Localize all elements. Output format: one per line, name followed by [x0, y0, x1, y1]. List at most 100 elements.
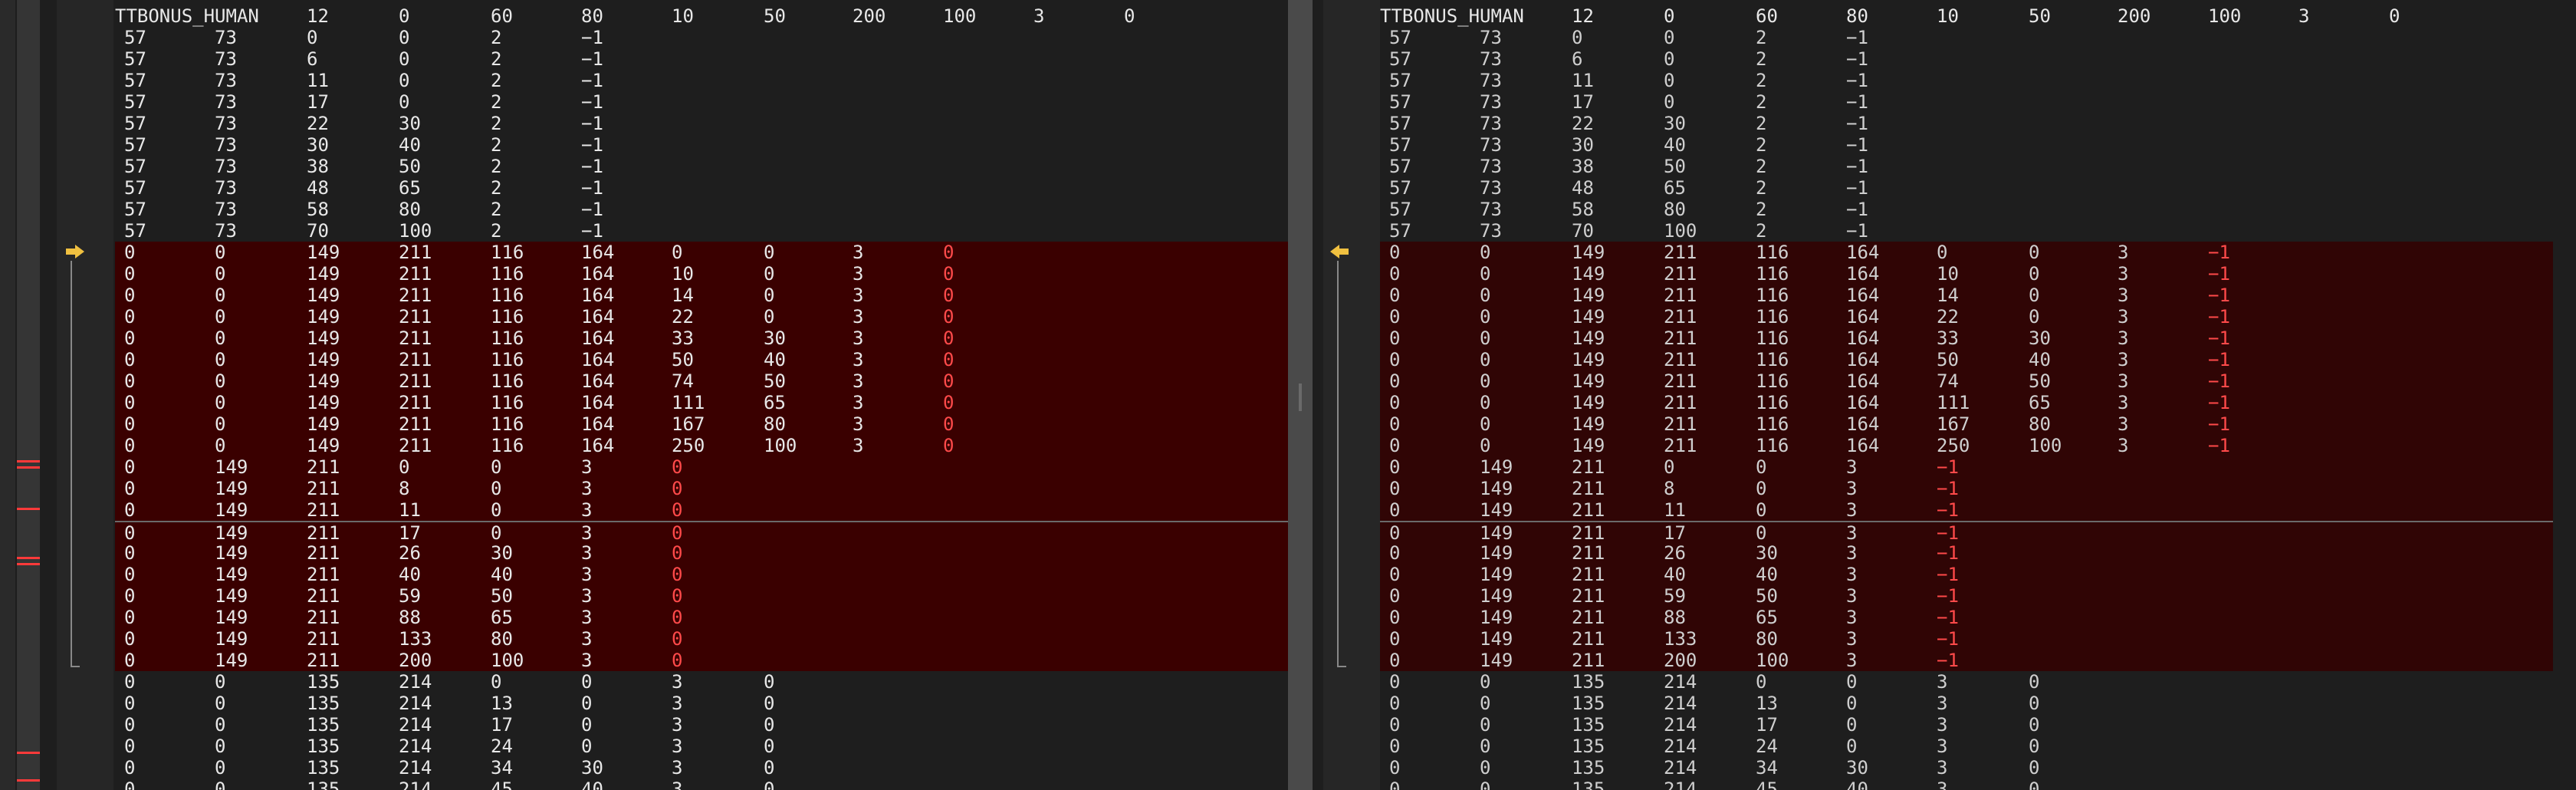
- left-arrow-icon[interactable]: [1329, 243, 1350, 260]
- diff-row[interactable]: 0 149 211 26 30 3 0: [115, 542, 1288, 564]
- table-cell: 0: [124, 456, 136, 478]
- table-cell: 135: [307, 714, 340, 736]
- right-arrow-icon[interactable]: [64, 243, 86, 260]
- table-row[interactable]: 57 73 17 0 2 −1: [115, 91, 1288, 113]
- diff-row[interactable]: 0 0 149 211 116 164 74 50 3 −1: [1380, 370, 2553, 392]
- diff-row[interactable]: 0 0 149 211 116 164 50 40 3 0: [115, 349, 1288, 370]
- table-row[interactable]: 0 0 135 214 34 30 3 0: [1380, 757, 2553, 778]
- table-cell: 149: [307, 413, 340, 435]
- change-marker[interactable]: [17, 466, 40, 469]
- change-marker[interactable]: [17, 557, 40, 559]
- diff-row[interactable]: 0 149 211 40 40 3 −1: [1380, 564, 2553, 585]
- diff-row[interactable]: 0 0 149 211 116 164 14 0 3 0: [115, 285, 1288, 306]
- diff-row[interactable]: 0 149 211 88 65 3 −1: [1380, 607, 2553, 628]
- diff-row[interactable]: 0 149 211 133 80 3 0: [115, 628, 1288, 650]
- diff-row[interactable]: 0 0 149 211 116 164 22 0 3 0: [115, 306, 1288, 328]
- table-cell: 116: [1756, 435, 1789, 456]
- diff-row[interactable]: 0 149 211 17 0 3 −1: [1380, 521, 2553, 544]
- table-row[interactable]: 0 0 135 214 0 0 3 0: [115, 671, 1288, 693]
- table-row[interactable]: 0 0 135 214 34 30 3 0: [115, 757, 1288, 778]
- diff-row[interactable]: 0 149 211 200 100 3 −1: [1380, 650, 2553, 671]
- diff-row[interactable]: 0 0 149 211 116 164 33 30 3 0: [115, 328, 1288, 349]
- table-row[interactable]: 0 0 135 214 0 0 3 0: [1380, 671, 2553, 693]
- table-row[interactable]: 0 0 135 214 45 40 3 0: [1380, 778, 2553, 790]
- diff-row[interactable]: 0 0 149 211 116 164 22 0 3 −1: [1380, 306, 2553, 328]
- diff-row[interactable]: 0 0 149 211 116 164 167 80 3 −1: [1380, 413, 2553, 435]
- table-row[interactable]: 57 73 48 65 2 −1: [115, 177, 1288, 199]
- diff-row[interactable]: 0 149 211 11 0 3 −1: [1380, 499, 2553, 521]
- diff-row[interactable]: 0 149 211 200 100 3 0: [115, 650, 1288, 671]
- change-map-lane[interactable]: [17, 0, 40, 790]
- change-marker[interactable]: [17, 508, 40, 510]
- table-row[interactable]: 0 0 135 214 24 0 3 0: [115, 736, 1288, 757]
- table-cell: 73: [1480, 177, 1502, 199]
- table-row[interactable]: 0 0 135 214 24 0 3 0: [1380, 736, 2553, 757]
- diff-row[interactable]: 0 149 211 88 65 3 0: [115, 607, 1288, 628]
- table-row[interactable]: 57 73 22 30 2 −1: [1380, 113, 2553, 134]
- table-row[interactable]: 57 73 22 30 2 −1: [115, 113, 1288, 134]
- table-row[interactable]: 57 73 11 0 2 −1: [1380, 70, 2553, 91]
- table-row[interactable]: 0 0 135 214 17 0 3 0: [1380, 714, 2553, 736]
- pane-splitter[interactable]: [1288, 0, 1313, 790]
- table-row[interactable]: 57 73 38 50 2 −1: [1380, 156, 2553, 177]
- diff-row[interactable]: 0 0 149 211 116 164 111 65 3 −1: [1380, 392, 2553, 413]
- diff-row[interactable]: 0 0 149 211 116 164 167 80 3 0: [115, 413, 1288, 435]
- table-row[interactable]: 0 0 135 214 17 0 3 0: [115, 714, 1288, 736]
- diff-row[interactable]: 0 149 211 17 0 3 0: [115, 521, 1288, 544]
- changed-cell: −1: [2208, 349, 2230, 370]
- diff-row[interactable]: 0 0 149 211 116 164 0 0 3 0: [115, 242, 1288, 263]
- diff-row[interactable]: 0 149 211 11 0 3 0: [115, 499, 1288, 521]
- diff-row[interactable]: 0 0 149 211 116 164 250 100 3 −1: [1380, 435, 2553, 456]
- table-row[interactable]: 57 73 30 40 2 −1: [115, 134, 1288, 156]
- table-row[interactable]: 57 73 30 40 2 −1: [1380, 134, 2553, 156]
- diff-row[interactable]: 0 149 211 40 40 3 0: [115, 564, 1288, 585]
- table-row[interactable]: 0 0 135 214 13 0 3 0: [115, 693, 1288, 714]
- change-marker[interactable]: [17, 563, 40, 565]
- diff-row[interactable]: 0 149 211 59 50 3 −1: [1380, 585, 2553, 607]
- table-row[interactable]: 0 0 135 214 45 40 3 0: [115, 778, 1288, 790]
- table-row[interactable]: 57 73 11 0 2 −1: [115, 70, 1288, 91]
- left-file-pane[interactable]: TTBONUS_HUMAN 12 0 60 80 10 50 200 100 3 0 57 73 0 0 2−…: [115, 0, 1288, 790]
- change-marker[interactable]: [17, 752, 40, 754]
- diff-row[interactable]: 0 149 211 59 50 3 0: [115, 585, 1288, 607]
- diff-row[interactable]: 0 0 149 211 116 164 10 0 3 −1: [1380, 263, 2553, 285]
- change-marker[interactable]: [17, 779, 40, 782]
- diff-row[interactable]: 0 0 149 211 116 164 250 100 3 0: [115, 435, 1288, 456]
- table-row[interactable]: 57 73 6 0 2 −1: [115, 48, 1288, 70]
- diff-row[interactable]: 0 0 149 211 116 164 33 30 3 −1: [1380, 328, 2553, 349]
- table-cell: 211: [399, 349, 432, 370]
- table-row[interactable]: 57 73 17 0 2 −1: [1380, 91, 2553, 113]
- table-row[interactable]: 57 73 58 80 2 −1: [1380, 199, 2553, 220]
- diff-row[interactable]: 0 149 211 0 0 3 −1: [1380, 456, 2553, 478]
- table-row[interactable]: 57 73 48 65 2 −1: [1380, 177, 2553, 199]
- table-row[interactable]: 57 73 0 0 2 −1: [1380, 27, 2553, 48]
- table-cell: 58: [1572, 199, 1594, 220]
- table-row[interactable]: 0 0 135 214 13 0 3 0: [1380, 693, 2553, 714]
- table-row[interactable]: 57 73 6 0 2 −1: [1380, 48, 2553, 70]
- splitter-grip[interactable]: [1299, 383, 1302, 411]
- diff-row[interactable]: 0 149 211 133 80 3 −1: [1380, 628, 2553, 650]
- change-marker[interactable]: [17, 460, 40, 462]
- diff-row[interactable]: 0 0 149 211 116 164 0 0 3 −1: [1380, 242, 2553, 263]
- diff-row[interactable]: 0 0 149 211 116 164 74 50 3 0: [115, 370, 1288, 392]
- diff-row[interactable]: 0 149 211 0 0 3 0: [115, 456, 1288, 478]
- right-file-pane[interactable]: TTBONUS_HUMAN 12 0 60 80 10 50 200 100 3 0 57 73 0 0 2−…: [1380, 0, 2553, 790]
- table-row[interactable]: 57 73 70 100 2 −1: [1380, 220, 2553, 242]
- table-cell: 211: [1572, 522, 1605, 544]
- diff-row[interactable]: 0 149 211 26 30 3 −1: [1380, 542, 2553, 564]
- diff-row[interactable]: 0 0 149 211 116 164 14 0 3 −1: [1380, 285, 2553, 306]
- table-row[interactable]: 57 73 0 0 2 −1: [115, 27, 1288, 48]
- diff-row[interactable]: 0 149 211 8 0 3 0: [115, 478, 1288, 499]
- diff-row[interactable]: 0 149 211 8 0 3 −1: [1380, 478, 2553, 499]
- diff-row[interactable]: 0 0 149 211 116 164 50 40 3 −1: [1380, 349, 2553, 370]
- table-cell: 0: [1480, 263, 1491, 285]
- diff-row[interactable]: 0 0 149 211 116 164 10 0 3 0: [115, 263, 1288, 285]
- diff-row[interactable]: 0 0 149 211 116 164 111 65 3 0: [115, 392, 1288, 413]
- table-cell: 22: [672, 306, 694, 328]
- table-cell: 116: [1756, 306, 1789, 328]
- table-cell: 3: [672, 671, 683, 693]
- overview-ruler[interactable]: [0, 0, 15, 790]
- table-row[interactable]: 57 73 58 80 2 −1: [115, 199, 1288, 220]
- table-row[interactable]: 57 73 38 50 2 −1: [115, 156, 1288, 177]
- table-row[interactable]: 57 73 70 100 2 −1: [115, 220, 1288, 242]
